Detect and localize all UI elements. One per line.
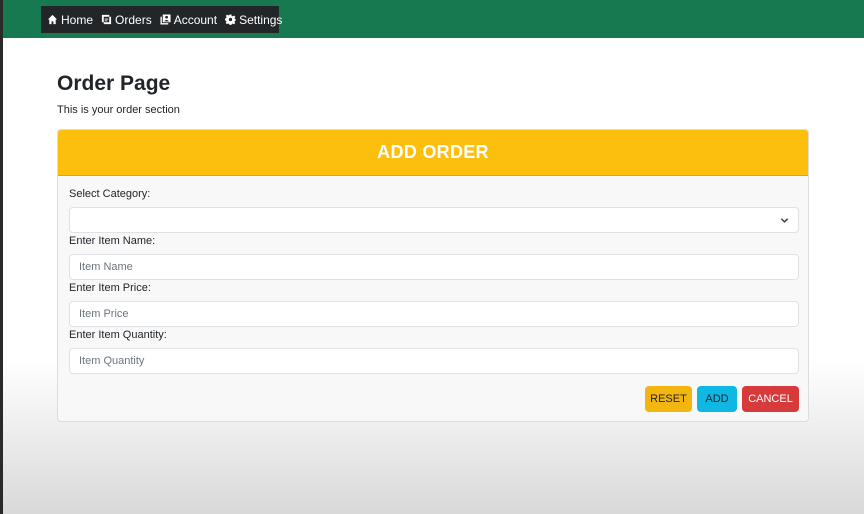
nav-item-account[interactable]: Account bbox=[160, 13, 217, 27]
item-name-input[interactable]: Item Name bbox=[69, 254, 799, 280]
reset-button[interactable]: RESET bbox=[645, 386, 692, 412]
nav-item-label: Account bbox=[173, 12, 218, 27]
account-icon bbox=[160, 14, 171, 25]
nav-item-label: Settings bbox=[239, 12, 283, 27]
item-name-placeholder: Item Name bbox=[79, 261, 133, 273]
item-quantity-placeholder: Item Quantity bbox=[79, 355, 145, 367]
nav-item-label: Home bbox=[61, 12, 94, 27]
item-quantity-label: Enter Item Quantity: bbox=[69, 329, 167, 341]
nav-item-orders[interactable]: Orders bbox=[101, 13, 152, 27]
nav-item-settings[interactable]: Settings bbox=[225, 13, 282, 27]
orders-icon bbox=[101, 14, 112, 25]
cancel-button[interactable]: CANCEL bbox=[742, 386, 799, 412]
item-quantity-input[interactable]: Item Quantity bbox=[69, 348, 799, 374]
item-name-label: Enter Item Name: bbox=[69, 235, 156, 247]
window-edge bbox=[0, 0, 3, 514]
add-button[interactable]: ADD bbox=[697, 386, 737, 412]
nav-item-label: Orders bbox=[115, 12, 152, 27]
category-label: Select Category: bbox=[69, 188, 151, 200]
add-order-card: ADD ORDER Select Category: Enter Item Na… bbox=[57, 129, 809, 422]
home-icon bbox=[47, 14, 58, 25]
item-price-placeholder: Item Price bbox=[79, 308, 129, 320]
page-subtitle: This is your order section bbox=[57, 104, 180, 116]
card-header: ADD ORDER bbox=[58, 130, 808, 176]
settings-icon bbox=[225, 14, 237, 25]
category-select[interactable] bbox=[69, 207, 799, 233]
nav-item-home[interactable]: Home bbox=[47, 13, 93, 27]
chevron-down-icon bbox=[780, 218, 789, 223]
item-price-input[interactable]: Item Price bbox=[69, 301, 799, 327]
nav-menu: Home Orders Account Settings bbox=[41, 6, 282, 33]
page-title: Order Page bbox=[57, 72, 171, 95]
top-navbar: Home Orders Account Settings bbox=[3, 0, 864, 38]
item-price-label: Enter Item Price: bbox=[69, 282, 151, 294]
